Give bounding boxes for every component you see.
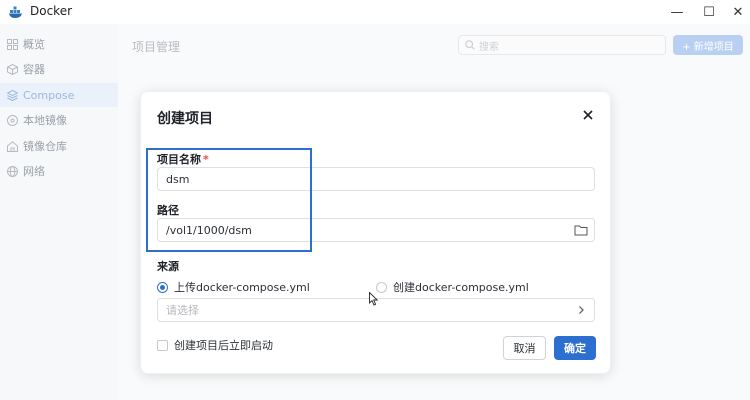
project-name-label-text: 项目名称	[157, 153, 201, 166]
title-bar: Docker — ☐ ✕	[0, 0, 750, 24]
required-mark: *	[203, 153, 209, 166]
docker-logo-icon	[8, 4, 24, 20]
project-name-input[interactable]: dsm	[157, 167, 595, 191]
sidebar-item-label: 概览	[23, 38, 45, 51]
cube-icon	[6, 63, 18, 75]
create-project-dialog: 创建项目 项目名称 * dsm 路径 /vol1/1000/dsm 来源 上传do…	[140, 91, 611, 374]
minimize-icon: —	[670, 4, 684, 20]
close-window-button[interactable]: ✕	[722, 0, 750, 24]
chevron-right-icon	[576, 305, 586, 315]
ok-button[interactable]: 确定	[554, 336, 596, 360]
close-icon: ✕	[732, 4, 744, 20]
search-input[interactable]: 搜索	[458, 35, 666, 55]
radio-upload-compose[interactable]: 上传docker-compose.yml	[157, 279, 310, 295]
sidebar-item-label: 容器	[23, 63, 45, 76]
source-label: 来源	[157, 260, 179, 273]
sidebar: 概览 容器 Compose 本地镜像 镜像仓库 网络	[0, 24, 118, 400]
radio-create-compose[interactable]: 创建docker-compose.yml	[376, 279, 529, 295]
cancel-button[interactable]: 取消	[503, 336, 546, 360]
path-input[interactable]: /vol1/1000/dsm	[157, 218, 595, 242]
grid-icon	[6, 38, 18, 50]
radio-unchecked	[376, 281, 387, 293]
layers-icon	[6, 89, 18, 101]
folder-icon[interactable]	[574, 223, 588, 237]
sidebar-item-label: 镜像仓库	[23, 140, 67, 153]
search-icon	[465, 40, 475, 50]
mouse-cursor-icon	[369, 291, 379, 306]
path-value: /vol1/1000/dsm	[166, 223, 252, 237]
sidebar-item-label: Compose	[23, 88, 75, 102]
checkbox-label: 创建项目后立即启动	[174, 339, 273, 352]
sidebar-item-compose[interactable]: Compose	[0, 83, 118, 107]
page-title: 项目管理	[132, 40, 181, 54]
sidebar-item-containers[interactable]: 容器	[0, 57, 118, 81]
sidebar-item-network[interactable]: 网络	[0, 159, 118, 183]
home-icon	[6, 140, 18, 152]
dialog-close-button[interactable]	[581, 109, 595, 123]
close-icon	[583, 109, 593, 123]
new-project-button[interactable]: + 新增项目	[673, 35, 743, 55]
checkbox-box	[157, 339, 168, 351]
globe-icon	[6, 165, 18, 177]
sidebar-item-label: 本地镜像	[23, 114, 67, 127]
dialog-title: 创建项目	[157, 111, 213, 127]
radio-label: 上传docker-compose.yml	[174, 281, 310, 294]
select-placeholder: 请选择	[166, 304, 199, 317]
project-name-label: 项目名称 *	[157, 151, 209, 167]
sidebar-item-registry[interactable]: 镜像仓库	[0, 134, 118, 158]
path-label: 路径	[157, 204, 179, 217]
search-placeholder: 搜索	[479, 41, 499, 53]
sidebar-item-local-images[interactable]: 本地镜像	[0, 108, 118, 132]
maximize-button[interactable]: ☐	[693, 0, 725, 24]
app-title: Docker	[30, 4, 73, 18]
sidebar-item-overview[interactable]: 概览	[0, 32, 118, 56]
disc-icon	[6, 114, 18, 126]
maximize-icon: ☐	[703, 4, 715, 20]
minimize-button[interactable]: —	[661, 0, 693, 24]
radio-checked	[157, 281, 168, 293]
radio-label: 创建docker-compose.yml	[393, 281, 529, 294]
start-after-create-checkbox[interactable]: 创建项目后立即启动	[157, 337, 273, 353]
sidebar-item-label: 网络	[23, 165, 45, 178]
